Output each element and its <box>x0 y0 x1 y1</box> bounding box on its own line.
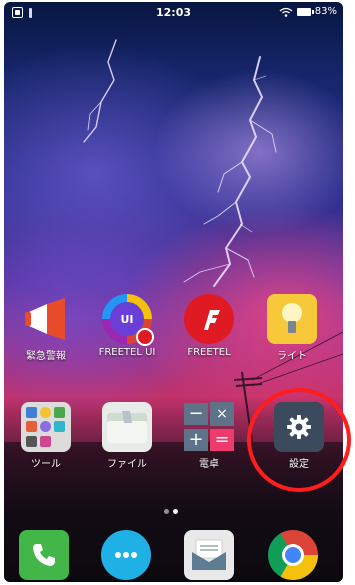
calculator-app[interactable]: − × + = 電卓 <box>169 402 249 470</box>
files-app[interactable]: ファイル <box>87 402 167 470</box>
messages-app[interactable] <box>86 530 166 580</box>
battery-icon <box>296 7 314 16</box>
battery-level: 83% <box>314 6 337 17</box>
emergency-alert-app[interactable]: 緊急警報 <box>6 294 86 362</box>
app-label: FREETEL UI <box>98 347 156 358</box>
app-label: 緊急警報 <box>26 351 66 362</box>
email-app[interactable] <box>169 530 249 580</box>
status-bar: 12:03 83% <box>4 2 343 24</box>
plus-key: + <box>184 429 208 451</box>
app-label: ファイル <box>107 459 147 470</box>
app-label: ツール <box>31 459 61 470</box>
flashlight-app[interactable]: ライト <box>252 294 332 362</box>
app-label: ライト <box>277 351 307 362</box>
chat-icon <box>101 530 151 580</box>
minus-key: − <box>184 403 208 425</box>
page-indicator[interactable] <box>164 509 178 514</box>
page-dot-current[interactable] <box>173 509 178 514</box>
settings-highlight-circle <box>247 388 351 492</box>
megaphone-icon <box>21 294 71 344</box>
wifi-icon <box>279 7 293 17</box>
envelope-icon <box>184 530 234 580</box>
equals-key: = <box>210 429 234 451</box>
flashlight-icon <box>267 294 317 344</box>
phone-icon <box>19 530 69 580</box>
wallpaper-lightning <box>4 39 343 582</box>
chrome-app[interactable] <box>253 530 333 580</box>
files-icon <box>102 402 152 452</box>
freetel-app[interactable]: FREETEL <box>169 294 249 358</box>
tools-folder-icon <box>21 402 71 452</box>
freetel-icon <box>184 294 234 344</box>
home-screen[interactable]: 12:03 83% 緊急警報 UI FREETEL UI FREETEL ライト… <box>4 2 343 582</box>
multiply-key: × <box>210 402 234 426</box>
app-label: FREETEL <box>187 347 231 358</box>
chrome-icon <box>268 530 318 580</box>
tools-folder[interactable]: ツール <box>6 402 86 470</box>
calculator-icon: − × + = <box>184 402 234 452</box>
freetel-ui-app[interactable]: UI FREETEL UI <box>87 294 167 358</box>
phone-app[interactable] <box>4 530 84 580</box>
freetel-ui-icon: UI <box>102 294 154 346</box>
page-dot[interactable] <box>164 509 169 514</box>
app-label: 電卓 <box>199 459 219 470</box>
screenshot-frame: 12:03 83% 緊急警報 UI FREETEL UI FREETEL ライト… <box>0 0 355 585</box>
